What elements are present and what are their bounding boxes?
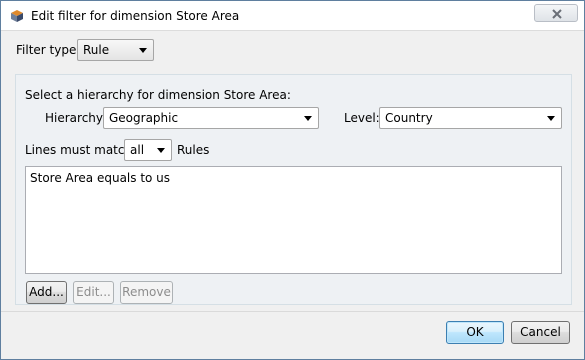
close-button[interactable] — [534, 4, 578, 22]
ok-button[interactable]: OK — [446, 321, 504, 344]
level-value: Country — [385, 111, 433, 125]
chevron-down-icon — [304, 116, 312, 121]
match-suffix-label: Rules — [177, 143, 210, 157]
chevron-down-icon — [139, 48, 147, 53]
rules-list[interactable]: Store Area equals to us — [25, 166, 562, 274]
filter-type-label: Filter type: — [16, 43, 81, 57]
divider — [1, 311, 584, 312]
add-rule-button[interactable]: Add... — [26, 281, 67, 304]
hierarchy-dropdown[interactable]: Geographic — [103, 107, 319, 129]
window-title: Edit filter for dimension Store Area — [31, 9, 240, 23]
match-value: all — [130, 143, 145, 157]
chevron-down-icon — [157, 148, 165, 153]
level-dropdown[interactable]: Country — [379, 107, 562, 129]
dialog-content: Filter type: Rule Select a hierarchy for… — [1, 32, 584, 359]
chevron-down-icon — [547, 116, 555, 121]
cancel-button[interactable]: Cancel — [511, 321, 570, 344]
hierarchy-heading: Select a hierarchy for dimension Store A… — [25, 88, 291, 102]
match-prefix-label: Lines must match — [25, 143, 133, 157]
rule-line[interactable]: Store Area equals to us — [30, 170, 557, 186]
app-cube-icon — [11, 10, 23, 22]
remove-rule-button[interactable]: Remove — [120, 281, 173, 304]
filter-type-value: Rule — [83, 43, 110, 57]
hierarchy-label: Hierarchy: — [45, 111, 107, 125]
title-bar[interactable]: Edit filter for dimension Store Area — [1, 1, 584, 31]
edit-rule-button[interactable]: Edit... — [73, 281, 114, 304]
edit-filter-dialog: Edit filter for dimension Store Area Fil… — [0, 0, 585, 360]
hierarchy-value: Geographic — [109, 111, 179, 125]
close-icon — [552, 9, 562, 19]
filter-type-dropdown[interactable]: Rule — [77, 39, 154, 61]
level-label: Level: — [344, 111, 380, 125]
match-dropdown[interactable]: all — [124, 139, 172, 161]
